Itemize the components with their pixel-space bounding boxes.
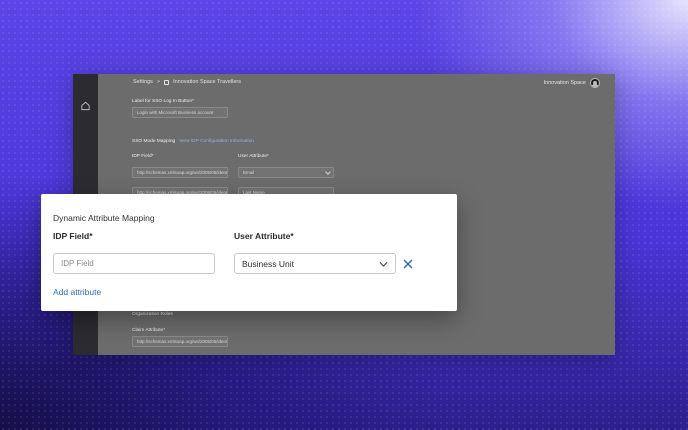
bg-user-attribute-label: User Attribute* [238, 154, 269, 159]
card-title: Dynamic Attribute Mapping [53, 213, 155, 223]
claim-attribute-label: Claim Attribute* [132, 328, 166, 333]
chevron-down-icon [325, 169, 331, 175]
user-menu[interactable]: Innovation Space [543, 78, 600, 88]
sso-mode-mapping-heading: SSO Mode Mapping View IDP Configuration I… [132, 139, 254, 144]
home-icon[interactable] [80, 100, 91, 111]
user-attribute-label: User Attribute* [234, 231, 294, 241]
organization-roles-title: Organization Roles [132, 312, 173, 317]
breadcrumb-current[interactable]: Innovation Space Travellers [173, 79, 241, 85]
idp-field-label: IDP Field* [53, 231, 93, 241]
remove-attribute-button[interactable] [402, 258, 414, 270]
bg-idp-field-label: IDP Field* [132, 154, 154, 159]
view-idp-config-link[interactable]: View IDP Configuration Information [179, 139, 254, 144]
sso-button-label: Label for SSO Log In Button* [132, 99, 194, 104]
bg-user-attribute-row1-value: Email [243, 170, 255, 175]
idp-field-input[interactable] [53, 253, 215, 274]
claim-attribute-field[interactable]: http://schemas.xmlsoap.org/ws/2005/05/id… [132, 336, 228, 347]
add-attribute-link[interactable]: Add attribute [53, 287, 101, 297]
sso-button-label-field[interactable]: Login with Microsoft Business account [132, 107, 228, 118]
avatar[interactable] [590, 78, 600, 88]
chevron-down-icon [379, 262, 388, 267]
sso-mode-mapping-title: SSO Mode Mapping [132, 139, 176, 144]
bg-user-attribute-row1[interactable]: Email [238, 167, 334, 178]
user-attribute-select[interactable]: Business Unit [234, 253, 396, 274]
breadcrumb-separator: > [156, 79, 161, 85]
breadcrumb-settings[interactable]: Settings [133, 79, 153, 85]
app-header: Settings > Innovation Space Travellers I… [98, 74, 615, 92]
breadcrumb: Settings > Innovation Space Travellers [133, 79, 241, 85]
user-attribute-selected-value: Business Unit [242, 258, 294, 269]
bg-idp-field-row1[interactable]: http://schemas.xmlsoap.org/ws/2005/05/id… [132, 167, 228, 178]
close-icon [403, 259, 413, 269]
user-name: Innovation Space [543, 80, 586, 86]
space-icon [164, 79, 170, 85]
